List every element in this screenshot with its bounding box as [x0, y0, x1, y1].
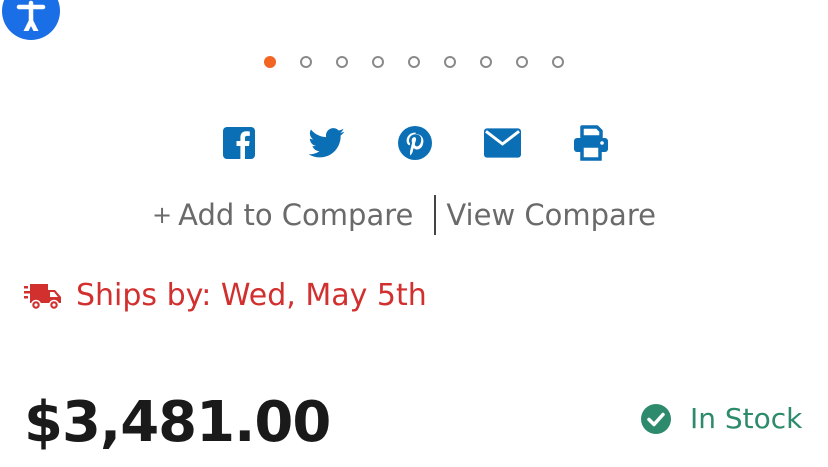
- product-detail-panel: + Add to Compare View Compare Ships by: …: [0, 0, 828, 467]
- stock-status-label: In Stock: [690, 402, 803, 435]
- facebook-icon[interactable]: [220, 124, 257, 161]
- share-bar: [220, 124, 609, 161]
- carousel-pagination: [264, 56, 564, 68]
- compare-divider: [434, 195, 437, 235]
- accessibility-icon: [16, 0, 46, 31]
- print-icon[interactable]: [572, 124, 609, 161]
- email-icon[interactable]: [484, 124, 521, 161]
- pinterest-icon[interactable]: [396, 124, 433, 161]
- plus-icon: +: [152, 201, 173, 229]
- twitter-icon[interactable]: [308, 124, 345, 161]
- carousel-dot-3[interactable]: [336, 56, 348, 68]
- carousel-dot-9[interactable]: [552, 56, 564, 68]
- carousel-dot-5[interactable]: [408, 56, 420, 68]
- accessibility-button[interactable]: [2, 0, 60, 40]
- compare-actions: + Add to Compare View Compare: [152, 194, 656, 236]
- add-to-compare-link[interactable]: Add to Compare: [178, 198, 413, 232]
- carousel-dot-1[interactable]: [264, 56, 276, 68]
- fast-shipping-truck-icon: [24, 283, 61, 310]
- carousel-dot-4[interactable]: [372, 56, 384, 68]
- carousel-dot-2[interactable]: [300, 56, 312, 68]
- carousel-dot-6[interactable]: [444, 56, 456, 68]
- carousel-dot-7[interactable]: [480, 56, 492, 68]
- check-circle-icon: [641, 403, 671, 434]
- stock-status: In Stock: [640, 402, 802, 435]
- view-compare-link[interactable]: View Compare: [446, 198, 656, 232]
- product-price: $3,481.00: [24, 390, 331, 455]
- carousel-dot-8[interactable]: [516, 56, 528, 68]
- ships-by-text: Ships by: Wed, May 5th: [76, 278, 427, 313]
- shipping-estimate: Ships by: Wed, May 5th: [24, 278, 427, 313]
